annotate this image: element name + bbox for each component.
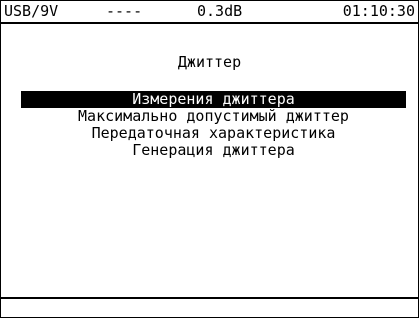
status-bar: USB/9V ---- 0.3dB 01:10:30 <box>1 1 418 24</box>
jitter-menu: Измерения джиттера Максимально допустимы… <box>21 91 406 159</box>
mode-indicator: ---- <box>106 2 143 20</box>
signal-level: 0.3dB <box>197 2 243 20</box>
menu-item-transfer-characteristic[interactable]: Передаточная характеристика <box>21 125 406 142</box>
device-screen: USB/9V ---- 0.3dB 01:10:30 Джиттер Измер… <box>0 0 419 318</box>
menu-item-jitter-generation[interactable]: Генерация джиттера <box>21 142 406 159</box>
menu-item-jitter-measurement[interactable]: Измерения джиттера <box>21 91 406 108</box>
clock: 01:10:30 <box>342 2 415 20</box>
power-source: USB/9V <box>4 2 59 20</box>
soft-key-bar <box>1 297 418 319</box>
page-title: Джиттер <box>177 53 242 71</box>
menu-item-max-tolerable-jitter[interactable]: Максимально допустимый джиттер <box>21 108 406 125</box>
